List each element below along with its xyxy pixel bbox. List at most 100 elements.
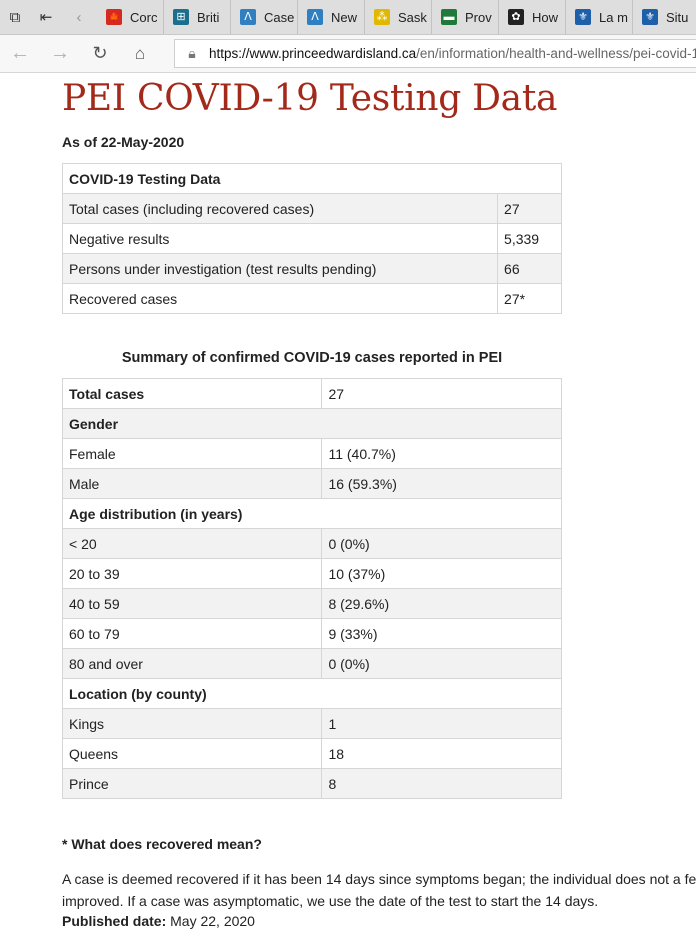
published-date-label: Published date: bbox=[62, 913, 167, 929]
tab-actions-icon[interactable]: ⧉ bbox=[0, 0, 30, 34]
row-label: Kings bbox=[61, 708, 323, 739]
tab-label: Briti bbox=[197, 9, 220, 25]
recovered-note-text: A case is deemed recovered if it has bee… bbox=[62, 868, 696, 912]
browser-tab[interactable]: ✿ How bbox=[499, 0, 566, 34]
row-label: Recovered cases bbox=[61, 283, 499, 314]
note-line: improved. If a case was asymptomatic, we… bbox=[62, 893, 599, 909]
table-row: Kings 1 bbox=[61, 708, 562, 739]
row-value: 0 (0%) bbox=[321, 528, 562, 559]
row-label: Persons under investigation (test result… bbox=[61, 253, 499, 284]
section-header-row: Gender bbox=[62, 408, 562, 439]
row-value: 5,339 bbox=[497, 223, 562, 254]
row-label: Total cases (including recovered cases) bbox=[61, 193, 499, 224]
row-value: 18 bbox=[321, 738, 562, 769]
table-row: Prince 8 bbox=[61, 768, 562, 799]
row-value: 1 bbox=[321, 708, 562, 739]
tab-strip: ⧉ ⇤ ‹ 🍁 Corc ⊞ Briti ᐱ Case ᐱ New ⁂ Sask ▬ Prov ✿ How… bbox=[0, 0, 696, 35]
row-value: 27* bbox=[497, 283, 562, 314]
published-date-value: May 22, 2020 bbox=[170, 913, 255, 929]
row-label: 60 to 79 bbox=[61, 618, 323, 649]
alberta-icon: ᐱ bbox=[240, 9, 256, 25]
row-label: Queens bbox=[61, 738, 323, 769]
row-value: 27 bbox=[321, 378, 562, 409]
table-row: 60 to 79 9 (33%) bbox=[61, 618, 562, 649]
table-row: Female 11 (40.7%) bbox=[61, 438, 562, 469]
row-value: 10 (37%) bbox=[321, 558, 562, 589]
back-icon[interactable]: ← bbox=[0, 35, 40, 72]
row-label: Negative results bbox=[61, 223, 499, 254]
note-line: A case is deemed recovered if it has bee… bbox=[62, 871, 696, 887]
summary-table-caption: Summary of confirmed COVID-19 cases repo… bbox=[121, 350, 503, 366]
row-label: Male bbox=[61, 468, 323, 499]
address-bar[interactable]: 🔒︎ https://www.princeedwardisland.ca/en/… bbox=[174, 39, 696, 68]
browser-tab[interactable]: ᐱ Case bbox=[231, 0, 298, 34]
set-tabs-aside-icon[interactable]: ⇤ bbox=[31, 0, 61, 34]
row-value: 9 (33%) bbox=[321, 618, 562, 649]
lock-icon[interactable]: 🔒︎ bbox=[175, 45, 209, 62]
tab-label: Prov bbox=[465, 9, 492, 25]
row-label: 80 and over bbox=[61, 648, 323, 679]
ontario-icon: ✿ bbox=[508, 9, 524, 25]
browser-tab[interactable]: ⚜ Situ bbox=[633, 0, 696, 34]
tab-label: Corc bbox=[130, 9, 158, 25]
section-header-row: Location (by county) bbox=[62, 678, 562, 709]
section-header: Gender bbox=[62, 408, 562, 439]
quebec-fleur-icon: ⚜ bbox=[642, 9, 658, 25]
tab-label: How bbox=[532, 9, 559, 25]
browser-tab[interactable]: ⊞ Briti bbox=[164, 0, 231, 34]
section-header: Location (by county) bbox=[62, 678, 562, 709]
row-value: 11 (40.7%) bbox=[321, 438, 562, 469]
row-value: 8 bbox=[321, 768, 562, 799]
quebec-fleur-icon: ⚜ bbox=[575, 9, 591, 25]
as-of-date: As of 22-May-2020 bbox=[62, 134, 185, 150]
table-header: COVID-19 Testing Data bbox=[62, 163, 562, 194]
refresh-icon[interactable]: ↻ bbox=[80, 35, 120, 72]
table-row: < 20 0 (0%) bbox=[61, 528, 562, 559]
row-value: 8 (29.6%) bbox=[321, 588, 562, 619]
table-row: Male 16 (59.3%) bbox=[61, 468, 562, 499]
canada-flag-icon: 🍁 bbox=[106, 9, 122, 25]
browser-tab[interactable]: ⚜ La m bbox=[566, 0, 633, 34]
testing-data-table: COVID-19 Testing Data Total cases (inclu… bbox=[61, 163, 562, 314]
tab-label: Case bbox=[264, 9, 295, 25]
home-icon[interactable]: ⌂ bbox=[120, 35, 160, 72]
row-value: 66 bbox=[497, 253, 562, 284]
forward-icon[interactable]: → bbox=[40, 35, 80, 72]
table-row: Recovered cases 27* bbox=[61, 283, 562, 314]
row-label: Prince bbox=[61, 768, 323, 799]
table-row: 20 to 39 10 (37%) bbox=[61, 558, 562, 589]
address-toolbar: ← → ↻ ⌂ 🔒︎ https://www.princeedwardislan… bbox=[0, 35, 696, 73]
table-row: 80 and over 0 (0%) bbox=[61, 648, 562, 679]
row-label: Female bbox=[61, 438, 323, 469]
tab-label: Situ bbox=[666, 9, 689, 25]
table-row: Persons under investigation (test result… bbox=[61, 253, 562, 284]
alberta-icon: ᐱ bbox=[307, 9, 323, 25]
browser-tab[interactable]: 🍁 Corc bbox=[97, 0, 164, 34]
summary-table: Total cases 27 Gender Female 11 (40.7%) … bbox=[61, 378, 562, 799]
tab-label: New bbox=[331, 9, 358, 25]
browser-tab[interactable]: ᐱ New bbox=[298, 0, 365, 34]
manitoba-icon: ▬ bbox=[441, 9, 457, 25]
row-value: 16 (59.3%) bbox=[321, 468, 562, 499]
recovered-note-heading: * What does recovered mean? bbox=[62, 836, 262, 852]
table-row: Total cases 27 bbox=[61, 378, 562, 409]
table-row: Total cases (including recovered cases) … bbox=[61, 193, 562, 224]
row-label: < 20 bbox=[61, 528, 323, 559]
section-header-row: Age distribution (in years) bbox=[62, 498, 562, 529]
table-row: Queens 18 bbox=[61, 738, 562, 769]
bc-gov-icon: ⊞ bbox=[173, 9, 189, 25]
tab-label: Sask bbox=[398, 9, 427, 25]
browser-tab[interactable]: ▬ Prov bbox=[432, 0, 499, 34]
section-header: Age distribution (in years) bbox=[62, 498, 562, 529]
row-label: Total cases bbox=[61, 378, 323, 409]
url-text[interactable]: https://www.princeedwardisland.ca/en/inf… bbox=[209, 46, 696, 61]
table-row: 40 to 59 8 (29.6%) bbox=[61, 588, 562, 619]
row-label: 40 to 59 bbox=[61, 588, 323, 619]
table-row: Negative results 5,339 bbox=[61, 223, 562, 254]
tab-label: La m bbox=[599, 9, 628, 25]
table-header-row: COVID-19 Testing Data bbox=[62, 163, 562, 194]
tab-scroll-left-icon[interactable]: ‹ bbox=[64, 0, 94, 34]
row-value: 0 (0%) bbox=[321, 648, 562, 679]
page-title: PEI COVID-19 Testing Data bbox=[62, 78, 558, 119]
browser-tab[interactable]: ⁂ Sask bbox=[365, 0, 432, 34]
